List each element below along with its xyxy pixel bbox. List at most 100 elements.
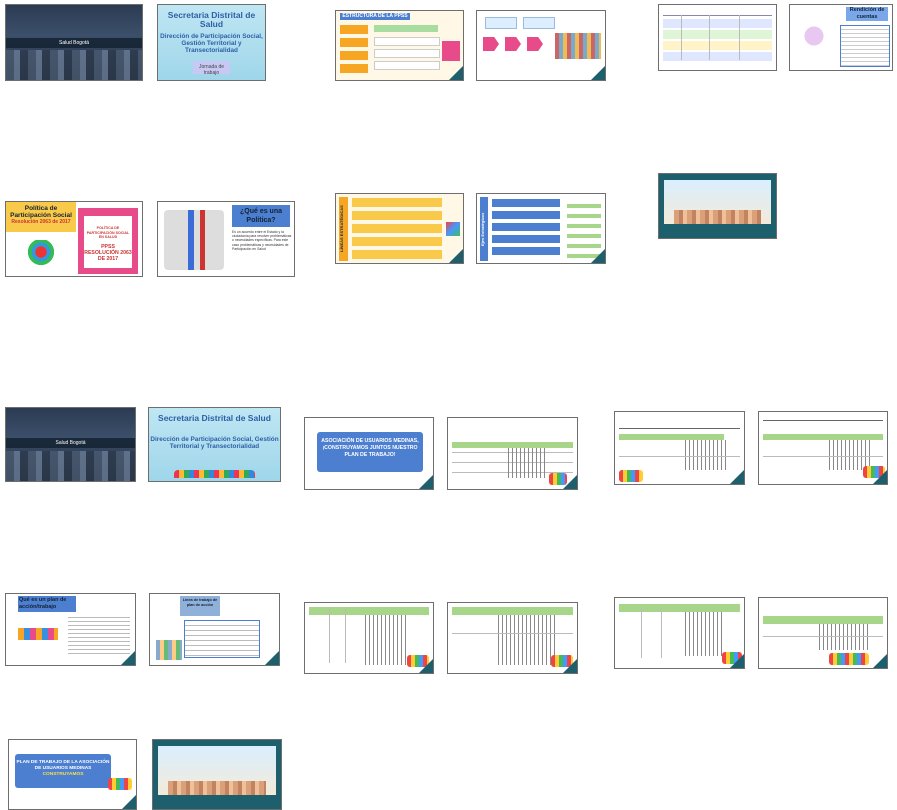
- table-line: [763, 420, 883, 421]
- table-header: [452, 607, 573, 615]
- strategy-box: [352, 237, 442, 246]
- slide-thumbnail[interactable]: ESTRUCTURA DE LA PPSS: [335, 10, 464, 81]
- slide-subtitle: Dirección de Participación Social, Gesti…: [150, 436, 279, 450]
- slide-corner: [730, 470, 744, 484]
- slide-thumbnail[interactable]: ¿Qué es una Política? Es un acuerdo entr…: [157, 201, 295, 277]
- table-line: [619, 456, 740, 457]
- gracias-panel: [664, 180, 771, 224]
- slide-thumbnail[interactable]: [304, 602, 434, 674]
- hands-image: [168, 781, 266, 795]
- slide-corner: [121, 651, 135, 665]
- table-line: [329, 607, 330, 663]
- table-band: [663, 41, 772, 50]
- slide-corner: [563, 659, 577, 673]
- slide-title: ESTRUCTURA DE LA PPSS: [340, 13, 410, 20]
- slide-corner: [449, 249, 463, 263]
- people-image: [156, 640, 182, 660]
- strategy-box: [352, 211, 442, 220]
- slide-thumbnail[interactable]: Rendición de cuentas: [789, 4, 893, 71]
- axis-box: [492, 199, 560, 207]
- slide-corner: [873, 470, 887, 484]
- slide-thumbnail[interactable]: [658, 173, 777, 239]
- table-grid: [508, 448, 548, 478]
- slide-logo: Salud Bogotá: [55, 440, 86, 446]
- slide-thumbnail[interactable]: Secretaria Distrital de Salud Dirección …: [148, 407, 281, 482]
- slide-subtitle: Dirección de Participación Social, Gesti…: [160, 33, 263, 54]
- table-line: [345, 607, 346, 663]
- table-band: [663, 52, 772, 61]
- slide-title: Política de Participación Social: [10, 205, 72, 219]
- slide-thumbnail[interactable]: [758, 411, 888, 485]
- slide-corner: [122, 795, 136, 809]
- slide-logo: Salud Bogotá: [58, 40, 90, 46]
- slide-title: PLAN DE TRABAJO DE LA ASOCIACIÓN DE USUA…: [15, 754, 111, 788]
- slide-corner: [873, 654, 887, 668]
- strategy-box: [352, 198, 442, 207]
- table-grid: [819, 624, 869, 650]
- diagram-box: [340, 51, 368, 60]
- slide-corner: [265, 651, 279, 665]
- diagram-box: [340, 38, 368, 47]
- list-box: [184, 620, 260, 658]
- slide-thumbnail[interactable]: [758, 597, 888, 669]
- text-box: [68, 614, 130, 654]
- slide-corner: [591, 66, 605, 80]
- slide-thumbnail[interactable]: PLAN DE TRABAJO DE LA ASOCIACIÓN DE USUA…: [8, 739, 137, 810]
- handshake-image: [164, 210, 224, 270]
- slide-thumbnail[interactable]: Salud Bogotá: [5, 407, 136, 482]
- slide-thumbnail[interactable]: [614, 411, 745, 485]
- slide-thumbnail[interactable]: [447, 602, 578, 674]
- axis-box: [492, 223, 560, 231]
- slide-thumbnail[interactable]: [152, 739, 282, 810]
- table-line: [661, 608, 662, 658]
- gracias-panel: [158, 746, 276, 795]
- table-line: [739, 15, 740, 60]
- panel-text: PPSS RESOLUCIÓN 2063 DE 2017: [84, 243, 132, 262]
- text-box: [840, 25, 890, 67]
- diagram-arrow: [527, 37, 543, 51]
- title-text: PLAN DE TRABAJO DE LA ASOCIACIÓN DE USUA…: [16, 760, 110, 771]
- table-line: [641, 608, 642, 658]
- slide-thumbnail[interactable]: Política de Participación Social Resoluc…: [5, 201, 143, 277]
- slide-thumbnail[interactable]: ASOCIACIÓN DE USUARIOS MEDINAS, ¡CONSTRU…: [304, 417, 434, 490]
- diagram-box: [485, 17, 517, 29]
- slide-thumbnail[interactable]: [658, 4, 777, 71]
- axis-box: [492, 247, 560, 255]
- slide-thumbnail[interactable]: Qué es un plan de acción/trabajo: [5, 593, 136, 666]
- diagram-box: [340, 64, 368, 73]
- slide-title: ¿Qué es una Política?: [232, 205, 290, 227]
- diagram-box: [374, 37, 440, 46]
- hands-image: [16, 240, 66, 270]
- table-line: [709, 15, 710, 60]
- diagram-box: [340, 25, 368, 34]
- slide-thumbnail[interactable]: Ejes Estratégicos: [476, 193, 606, 264]
- table-line: [681, 15, 682, 60]
- table-line: [663, 15, 772, 16]
- table-line: [763, 636, 883, 637]
- diagram-box: [374, 25, 438, 32]
- slide-thumbnail[interactable]: Salud Bogotá: [5, 4, 143, 81]
- slide-footer-strip: Jornada de trabajo: [193, 61, 230, 76]
- right-panel-inner: POLÍTICA DE PARTICIPACIÓN SOCIAL EN SALU…: [84, 216, 132, 268]
- people-image: [796, 21, 832, 51]
- table-band: [663, 30, 772, 39]
- strategy-box: [352, 224, 442, 233]
- slide-corner: [591, 249, 605, 263]
- slide-thumbnail[interactable]: Secretaria Distrital de Salud Dirección …: [157, 4, 266, 81]
- slide-body: Es un acuerdo entre el Estado y la ciuda…: [232, 230, 292, 251]
- table-header: [619, 604, 740, 612]
- photo-image: [6, 50, 142, 80]
- slide-thumbnail[interactable]: LÍNEAS ESTRATÉGICAS: [335, 193, 464, 264]
- table-grid: [685, 440, 729, 470]
- diagram-box: [442, 41, 460, 61]
- slide-thumbnail[interactable]: [447, 417, 578, 490]
- slide-corner: [449, 66, 463, 80]
- slide-corner: [730, 654, 744, 668]
- diagram-box: [523, 17, 555, 29]
- slide-thumbnail[interactable]: [476, 10, 606, 81]
- axis-box: [492, 235, 560, 243]
- strip-text: Jornada de trabajo: [198, 64, 225, 76]
- slide-thumbnail[interactable]: Línea de trabajo de plan de acción: [149, 593, 280, 666]
- table-line: [619, 428, 740, 429]
- slide-thumbnail[interactable]: [614, 597, 745, 669]
